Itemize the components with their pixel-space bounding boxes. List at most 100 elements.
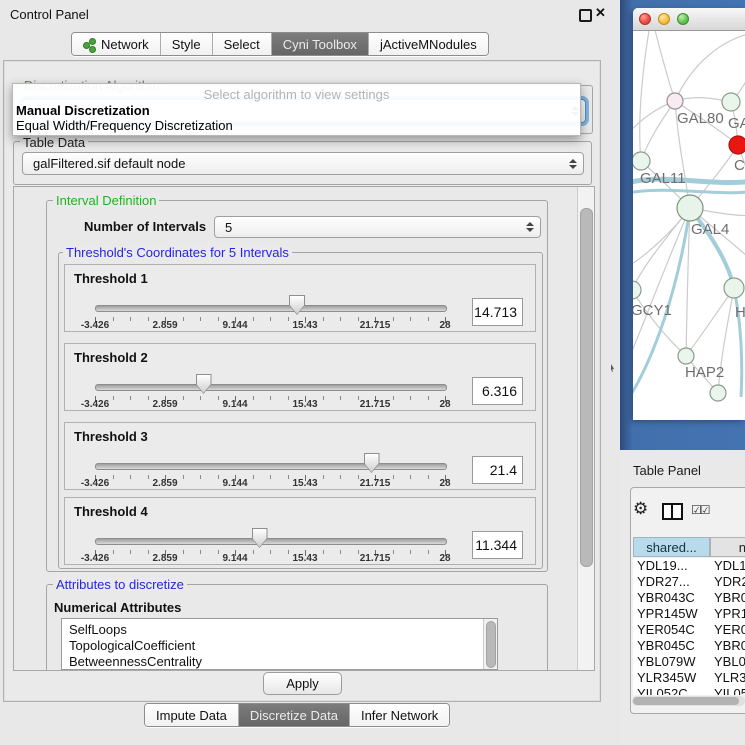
- slider-thumb[interactable]: [289, 295, 305, 315]
- table-row[interactable]: YIL052CYIL052C: [633, 686, 745, 695]
- minor-tick: [428, 317, 429, 321]
- slider-track[interactable]: [95, 538, 447, 545]
- minor-tick: [130, 317, 131, 321]
- network-edge[interactable]: [633, 290, 686, 356]
- close-icon[interactable]: ✕: [595, 5, 606, 21]
- network-node-H[interactable]: [724, 278, 744, 298]
- network-window[interactable]: GAL80GACGAL11GAL4GCY1HHAP2: [633, 8, 745, 420]
- attribute-list-item[interactable]: BetweennessCentrality: [69, 654, 202, 669]
- threshold-value-field[interactable]: 21.4: [472, 456, 523, 484]
- minor-tick: [288, 475, 289, 479]
- table-row[interactable]: YPR145WYPR145W: [633, 606, 745, 622]
- table-row[interactable]: YLR345W YLR345W: [633, 670, 745, 686]
- column-checkboxes-icon[interactable]: ☑☑: [691, 503, 709, 517]
- split-columns-icon[interactable]: [662, 503, 683, 520]
- table-row[interactable]: YER054CYER054C: [633, 622, 745, 638]
- tab-select[interactable]: Select: [213, 33, 272, 55]
- table-row[interactable]: YBR045CYBR045C: [633, 638, 745, 654]
- network-edge[interactable]: [641, 101, 675, 161]
- network-edge[interactable]: [675, 34, 745, 101]
- network-edge-thick[interactable]: [690, 208, 734, 288]
- minor-tick: [148, 317, 149, 321]
- table-hscrollbar[interactable]: [632, 696, 745, 706]
- popup-item-manual-discretization[interactable]: Manual Discretization: [16, 103, 150, 118]
- minimize-button[interactable]: [658, 13, 670, 25]
- table-row[interactable]: YDL19...YDL19...: [633, 558, 745, 574]
- column-header-shared-name[interactable]: shared...: [633, 537, 710, 557]
- network-node-label: GAL11: [640, 170, 686, 187]
- minor-tick: [113, 396, 114, 400]
- cell-shared-name: YLR345W: [637, 670, 696, 685]
- tab-cyni-toolbox[interactable]: Cyni Toolbox: [272, 33, 369, 55]
- minor-tick: [148, 550, 149, 554]
- list-scrollbar-thumb[interactable]: [486, 621, 496, 668]
- cell-name: YLR345W: [714, 670, 745, 685]
- slider-track[interactable]: [95, 305, 447, 312]
- slider-thumb[interactable]: [364, 453, 380, 473]
- tab-infer-network[interactable]: Infer Network: [350, 704, 449, 726]
- tab-style[interactable]: Style: [161, 33, 213, 55]
- network-edge[interactable]: [686, 288, 734, 356]
- network-edge-thick[interactable]: [633, 190, 745, 193]
- network-graph: GAL80GACGAL11GAL4GCY1HHAP2: [633, 31, 745, 420]
- threshold-value-field[interactable]: 14.713: [472, 298, 523, 326]
- network-node-selected-node[interactable]: [729, 136, 745, 154]
- network-canvas[interactable]: GAL80GACGAL11GAL4GCY1HHAP2: [633, 31, 745, 420]
- network-edge[interactable]: [633, 208, 690, 363]
- network-edge[interactable]: [640, 31, 653, 161]
- threshold-value-field[interactable]: 11.344: [472, 531, 523, 559]
- apply-button[interactable]: Apply: [263, 672, 342, 695]
- attribute-list-item[interactable]: SelfLoops: [69, 622, 127, 637]
- minor-tick: [200, 550, 201, 554]
- network-window-title-bar[interactable]: [633, 8, 745, 31]
- minor-tick: [270, 317, 271, 321]
- numerical-attributes-list[interactable]: SelfLoopsTopologicalCoefficientBetweenne…: [61, 618, 498, 670]
- table-data-title: Table Data: [20, 136, 88, 149]
- slider-track[interactable]: [95, 384, 447, 391]
- table-row[interactable]: YBL079WYBL079W: [633, 654, 745, 670]
- settings-scrollbar[interactable]: [577, 187, 594, 670]
- tick-label: 9.144: [222, 478, 247, 489]
- network-node-GAL80[interactable]: [667, 93, 683, 109]
- column-header-name[interactable]: name: [710, 537, 745, 557]
- network-node-HAP2[interactable]: [678, 348, 694, 364]
- slider-thumb[interactable]: [252, 528, 268, 548]
- network-node-GAL4[interactable]: [677, 195, 703, 221]
- tab-network[interactable]: Network: [72, 33, 161, 55]
- cell-name: YIL052C: [714, 686, 745, 695]
- network-node-GAL11[interactable]: [633, 152, 650, 170]
- tick-label: 9.144: [222, 399, 247, 410]
- table-row[interactable]: YDR27...YDR27...: [633, 574, 745, 590]
- tick-label: 21.715: [360, 553, 391, 564]
- network-desktop: GAL80GACGAL11GAL4GCY1HHAP2: [620, 0, 745, 450]
- threshold-panel-3: Threshold 3-3.4262.8599.14415.4321.71528…: [64, 422, 536, 490]
- float-window-icon[interactable]: [579, 9, 592, 22]
- threshold-value-field[interactable]: 6.316: [472, 377, 523, 405]
- tab-impute-data[interactable]: Impute Data: [145, 704, 239, 726]
- gear-icon[interactable]: ⚙: [633, 500, 648, 517]
- close-button[interactable]: [639, 13, 651, 25]
- attribute-list-item[interactable]: TopologicalCoefficient: [69, 638, 195, 653]
- network-node-GA[interactable]: [722, 93, 740, 111]
- tick-label: 28: [439, 399, 450, 410]
- network-node-edge-node[interactable]: [710, 385, 726, 401]
- zoom-button[interactable]: [677, 13, 689, 25]
- list-scrollbar[interactable]: [483, 619, 497, 669]
- tick-label: 28: [439, 320, 450, 331]
- cell-shared-name: YPR145W: [637, 606, 698, 621]
- tab-jactivemnodules[interactable]: jActiveMNodules: [369, 33, 488, 55]
- popup-item-equal-width-frequency[interactable]: Equal Width/Frequency Discretization: [16, 118, 233, 133]
- number-of-intervals-combo[interactable]: 5: [214, 216, 541, 238]
- settings-scrollbar-thumb[interactable]: [580, 208, 593, 567]
- network-node-label: GAL80: [677, 110, 724, 127]
- table-row[interactable]: YBR043CYBR043C: [633, 590, 745, 606]
- tab-discretize-data[interactable]: Discretize Data: [239, 704, 350, 726]
- cell-name: YDR27...: [714, 574, 745, 589]
- table-hscrollbar-thumb[interactable]: [633, 697, 739, 705]
- table-data-combo[interactable]: galFiltered.sif default node: [22, 152, 584, 175]
- slider-thumb[interactable]: [196, 374, 212, 394]
- network-edge[interactable]: [649, 31, 675, 101]
- network-node-GCY1[interactable]: [633, 281, 641, 299]
- cell-shared-name: YBR045C: [637, 638, 695, 653]
- slider-track[interactable]: [95, 463, 447, 470]
